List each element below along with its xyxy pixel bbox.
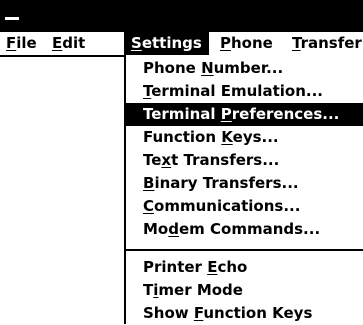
menu-phone[interactable]: Phone [220,32,273,55]
menu-bar: File Edit Settings Phone Transfer [0,32,363,57]
menu-item-phone-number[interactable]: Phone Number... [126,57,363,80]
menu-item-communications[interactable]: Communications... [126,195,363,218]
menu-item-timer-mode[interactable]: Timer Mode [126,279,363,302]
menu-item-text-transfers[interactable]: Text Transfers... [126,149,363,172]
menu-edit[interactable]: Edit [52,32,85,55]
menu-settings[interactable]: Settings [124,32,209,55]
menu-item-terminal-preferences[interactable]: Terminal Preferences... [126,103,363,126]
menu-item-binary-transfers[interactable]: Binary Transfers... [126,172,363,195]
system-menu-icon[interactable] [5,17,19,20]
settings-dropdown: Phone Number... Terminal Emulation... Te… [124,55,363,324]
menu-transfer[interactable]: Transfer [292,32,362,55]
menu-item-printer-echo[interactable]: Printer Echo [126,256,363,279]
menu-item-modem-commands[interactable]: Modem Commands... [126,218,363,241]
menu-file[interactable]: File [6,32,37,55]
menu-separator [126,249,363,251]
title-bar [0,0,363,32]
menu-item-terminal-emulation[interactable]: Terminal Emulation... [126,80,363,103]
menu-item-show-function-keys[interactable]: Show Function Keys [126,302,363,325]
menu-item-function-keys[interactable]: Function Keys... [126,126,363,149]
